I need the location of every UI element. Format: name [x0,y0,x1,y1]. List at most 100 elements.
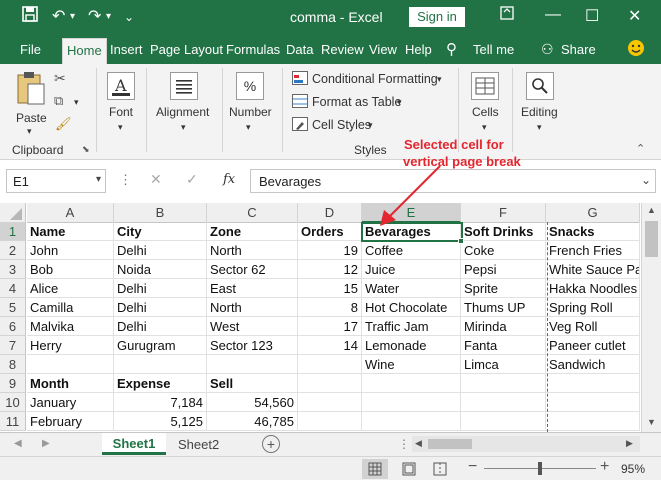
cell-b11[interactable]: 5,125 [114,412,207,431]
redo-dropdown-icon[interactable]: ▾ [106,11,111,22]
cell-e6[interactable]: Traffic Jam [362,317,461,336]
cell-f8[interactable]: Limca [461,355,546,374]
alignment-icon[interactable] [170,72,198,100]
select-all-corner[interactable] [0,203,26,223]
cell-e5[interactable]: Hot Chocolate [362,298,461,317]
cell-a10[interactable]: January [27,393,114,412]
row-header-10[interactable]: 10 [0,393,26,412]
close-button[interactable]: ✕ [628,6,641,26]
cell-g4[interactable]: Hakka Noodles [546,279,640,298]
row-header-6[interactable]: 6 [0,317,26,336]
cell-f4[interactable]: Sprite [461,279,546,298]
cell-a2[interactable]: John [27,241,114,260]
cell-c1[interactable]: Zone [207,222,298,241]
sign-in-button[interactable]: Sign in [409,7,465,27]
cell-g9[interactable] [546,374,640,393]
cell-e3[interactable]: Juice [362,260,461,279]
cell-a11[interactable]: February [27,412,114,431]
cell-c10[interactable]: 54,560 [207,393,298,412]
expand-formula-bar-icon[interactable]: ⌄ [641,173,651,187]
cell-e9[interactable] [362,374,461,393]
cell-g8[interactable]: Sandwich [546,355,640,374]
cell-f11[interactable] [461,412,546,431]
sheet-tab-sheet2[interactable]: Sheet2 [178,437,219,452]
tab-formulas[interactable]: Formulas [226,42,280,57]
row-header-8[interactable]: 8 [0,355,26,374]
cell-a8[interactable] [27,355,114,374]
cell-g6[interactable]: Veg Roll [546,317,640,336]
redo-icon[interactable]: ↷ [88,6,101,26]
cell-c9[interactable]: Sell [207,374,298,393]
cell-d5[interactable]: 8 [298,298,362,317]
cell-f1[interactable]: Soft Drinks [461,222,546,241]
cell-f7[interactable]: Fanta [461,336,546,355]
cell-f5[interactable]: Thums UP [461,298,546,317]
format-painter-icon[interactable]: 🖌 [55,116,72,132]
cell-b2[interactable]: Delhi [114,241,207,260]
cell-f10[interactable] [461,393,546,412]
cell-d3[interactable]: 12 [298,260,362,279]
cell-b6[interactable]: Delhi [114,317,207,336]
column-header-g[interactable]: G [546,203,640,223]
cell-d8[interactable] [298,355,362,374]
alignment-dropdown-icon[interactable]: ▾ [181,122,186,133]
format-as-table-dropdown-icon[interactable]: ▾ [397,97,402,108]
smiley-icon[interactable] [627,39,645,60]
cell-c6[interactable]: West [207,317,298,336]
cell-b7[interactable]: Gurugram [114,336,207,355]
cell-b8[interactable] [114,355,207,374]
editing-search-icon[interactable] [526,72,554,100]
tab-review[interactable]: Review [321,42,364,57]
row-header-4[interactable]: 4 [0,279,26,298]
editing-dropdown-icon[interactable]: ▾ [537,122,542,133]
cell-g11[interactable] [546,412,640,431]
cell-b9[interactable]: Expense [114,374,207,393]
insert-function-icon[interactable]: fx [223,172,235,187]
collapse-ribbon-icon[interactable]: ⌃ [636,142,645,155]
horizontal-scroll-thumb[interactable] [428,439,472,449]
cell-f6[interactable]: Mirinda [461,317,546,336]
cell-d1[interactable]: Orders [298,222,362,241]
name-box-dropdown-icon[interactable]: ▾ [96,174,101,185]
cell-c4[interactable]: East [207,279,298,298]
tab-split-handle-icon[interactable]: ⋮ [398,437,410,451]
column-header-f[interactable]: F [461,203,546,223]
conditional-formatting-dropdown-icon[interactable]: ▾ [437,74,442,85]
formula-bar-options-icon[interactable]: ⋮ [119,172,132,188]
confirm-entry-icon[interactable]: ✓ [186,171,198,188]
cell-a3[interactable]: Bob [27,260,114,279]
undo-icon[interactable]: ↶ [52,6,65,26]
font-icon[interactable]: A [107,72,135,100]
tab-data[interactable]: Data [286,42,313,57]
sheet-tab-sheet1[interactable]: Sheet1 [102,433,166,455]
cell-d7[interactable]: 14 [298,336,362,355]
page-layout-view-icon[interactable] [401,461,417,482]
cell-c8[interactable] [207,355,298,374]
cell-b1[interactable]: City [114,222,207,241]
cells-dropdown-icon[interactable]: ▾ [482,122,487,133]
cells-button[interactable]: Cells [472,105,499,119]
row-header-5[interactable]: 5 [0,298,26,317]
row-header-3[interactable]: 3 [0,260,26,279]
lightbulb-icon[interactable]: ⚲ [446,40,457,58]
formula-input[interactable]: Bevarages ⌄ [250,169,656,193]
tab-view[interactable]: View [369,42,397,57]
cell-c11[interactable]: 46,785 [207,412,298,431]
customize-qat-icon[interactable]: ⌄ [124,10,134,24]
number-percent-icon[interactable]: % [236,72,264,100]
tab-page-layout[interactable]: Page Layout [150,42,223,57]
cell-c7[interactable]: Sector 123 [207,336,298,355]
tell-me-search[interactable]: Tell me [473,42,514,57]
cell-a7[interactable]: Herry [27,336,114,355]
cell-c2[interactable]: North [207,241,298,260]
column-header-a[interactable]: A [27,203,114,223]
tab-insert[interactable]: Insert [110,42,143,57]
cell-g2[interactable]: French Fries [546,241,640,260]
cell-g10[interactable] [546,393,640,412]
cell-e2[interactable]: Coffee [362,241,461,260]
cell-d11[interactable] [298,412,362,431]
cell-d9[interactable] [298,374,362,393]
row-header-2[interactable]: 2 [0,241,26,260]
editing-button[interactable]: Editing [521,105,558,119]
number-dropdown-icon[interactable]: ▾ [246,122,251,133]
